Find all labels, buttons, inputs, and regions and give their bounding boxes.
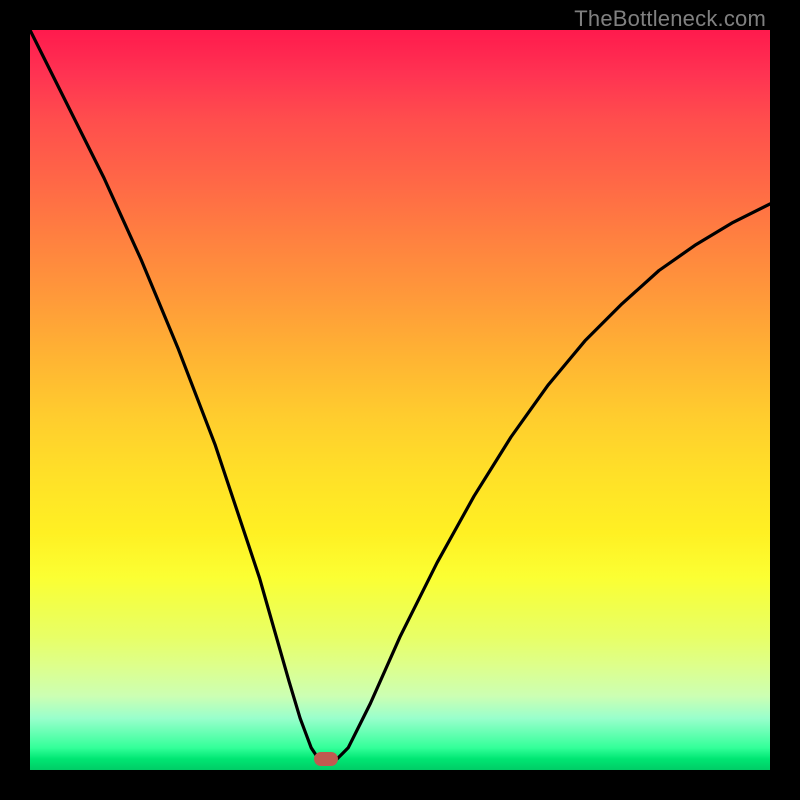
chart-frame: TheBottleneck.com (0, 0, 800, 800)
bottleneck-curve (30, 30, 770, 770)
watermark-text: TheBottleneck.com (574, 6, 766, 32)
plot-area (30, 30, 770, 770)
optimal-point-marker (314, 752, 338, 766)
